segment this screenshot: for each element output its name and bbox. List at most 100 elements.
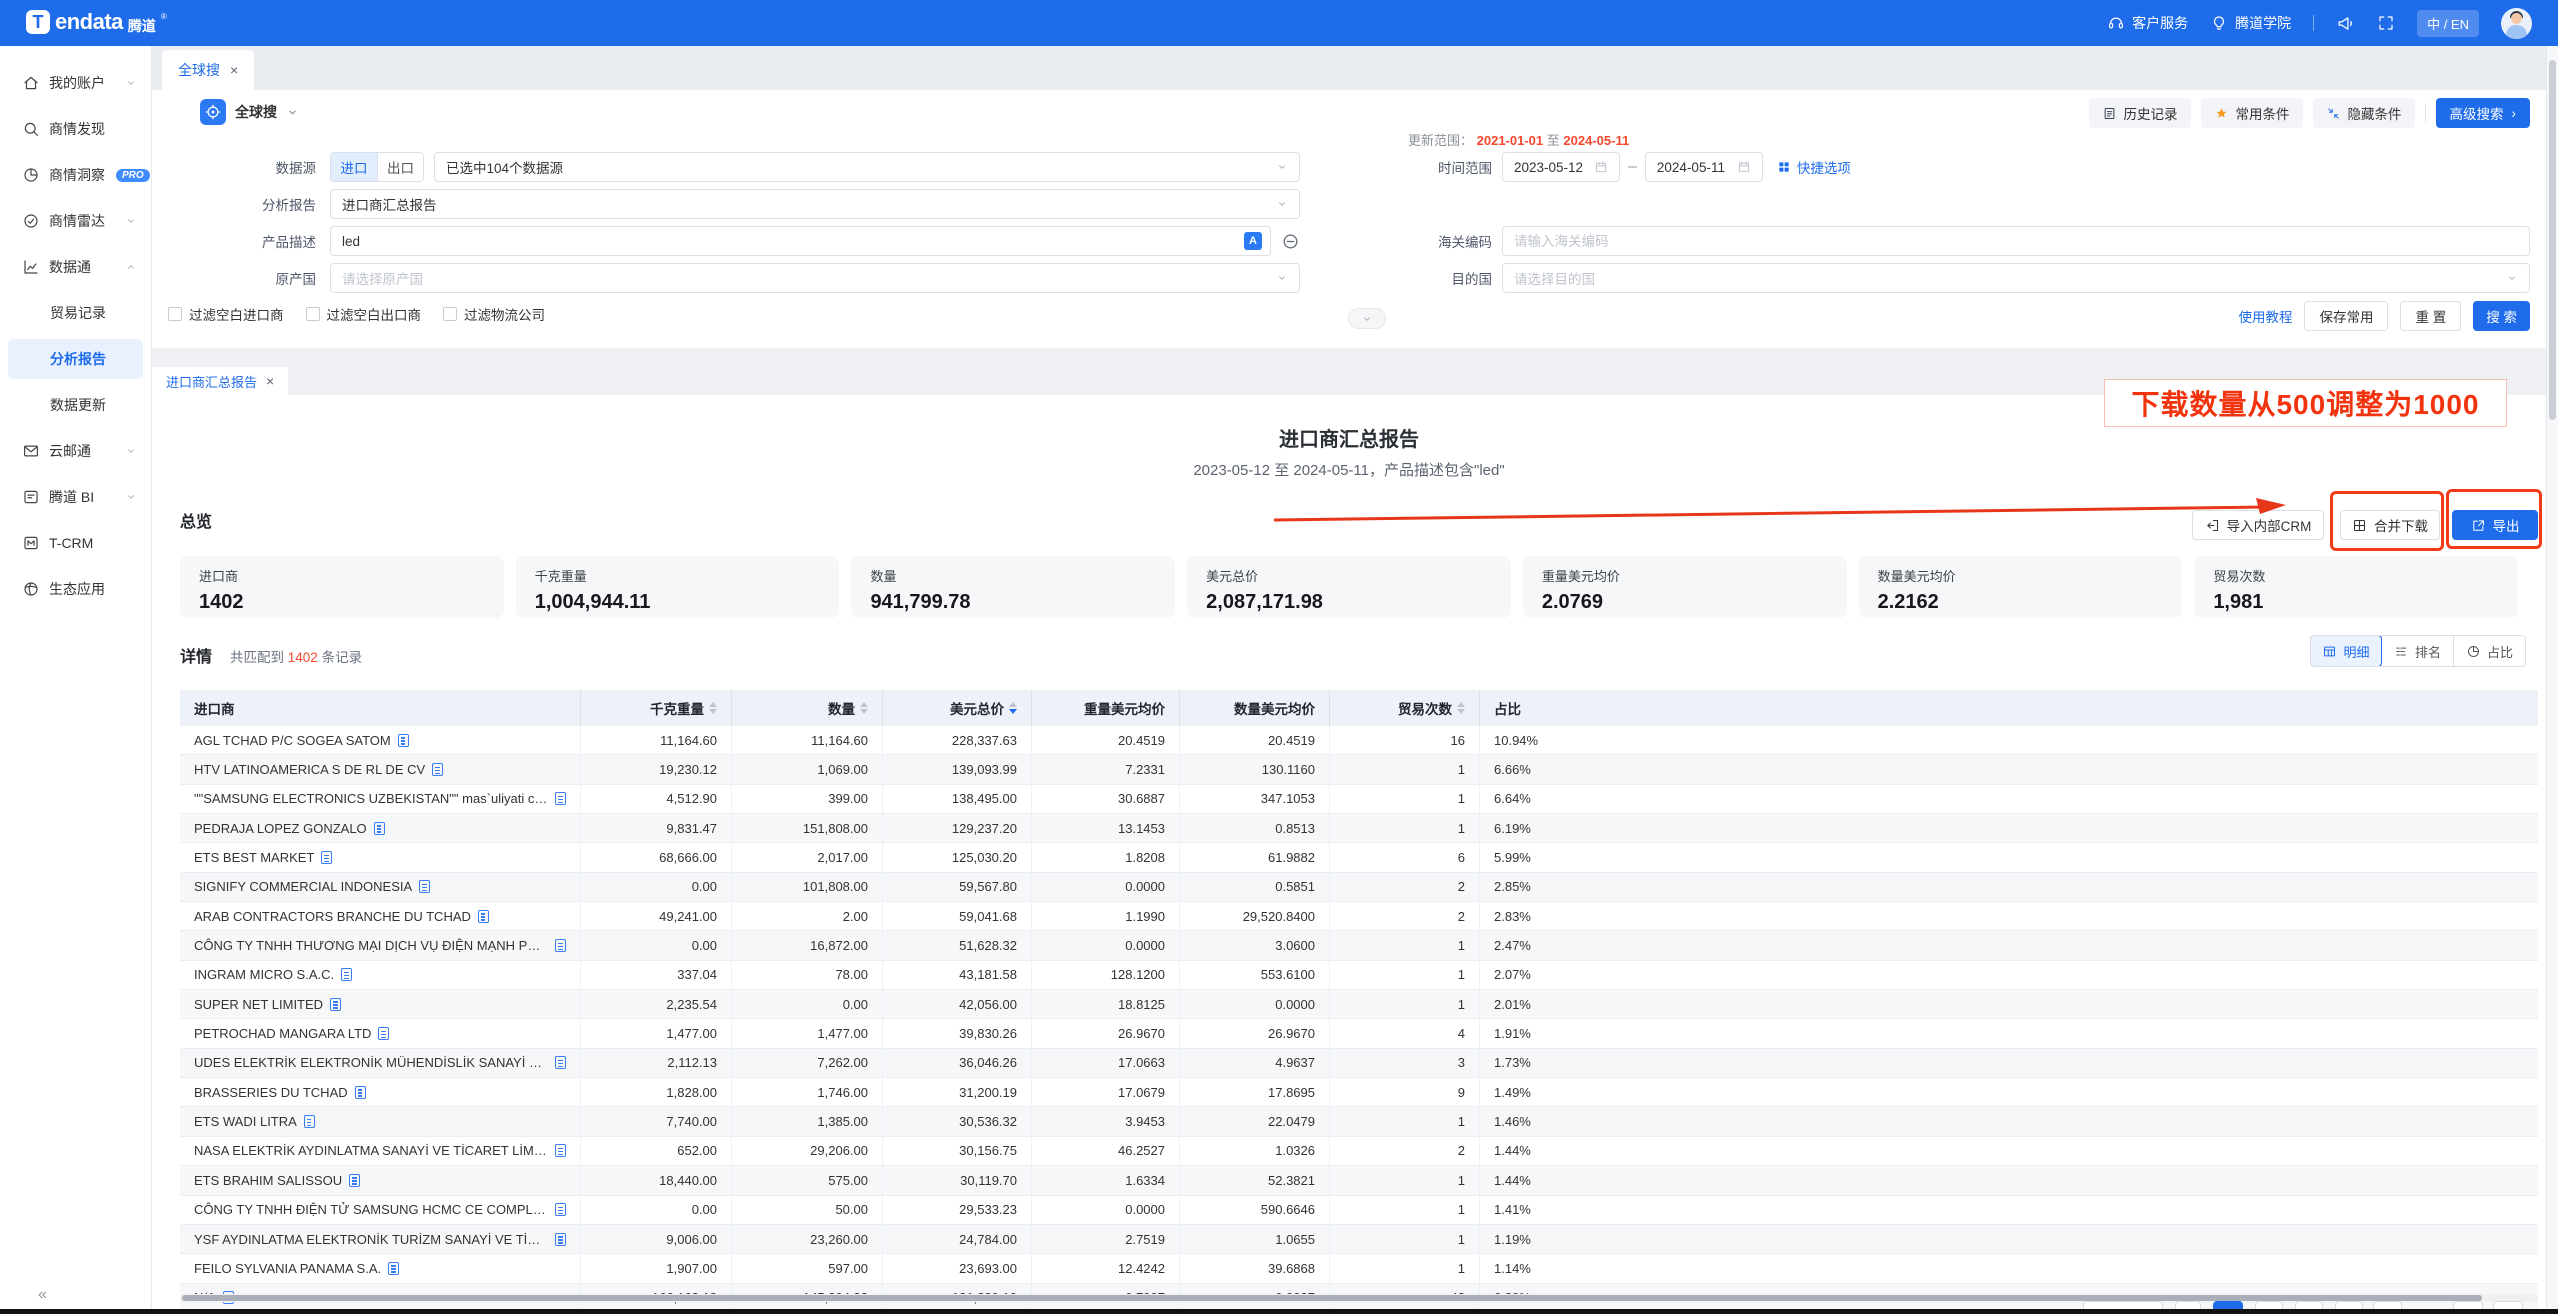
importer-cell[interactable]: ""SAMSUNG ELECTRONICS UZBEKISTAN"" mas`u… (180, 785, 581, 813)
company-profile-icon[interactable] (478, 910, 489, 923)
export-button[interactable]: 导出 (2452, 510, 2538, 540)
sidebar-item-11[interactable]: 生态应用 (0, 566, 151, 612)
sort-icon[interactable] (709, 702, 717, 714)
sidebar-collapse-icon[interactable]: « (38, 1286, 47, 1304)
importer-cell[interactable]: SIGNIFY COMMERCIAL INDONESIA (180, 873, 581, 901)
report-type-select[interactable]: 进口商汇总报告 (330, 189, 1300, 219)
sidebar-item-10[interactable]: T-CRM (0, 520, 151, 566)
column-header[interactable]: 数量 (732, 690, 883, 726)
avatar[interactable] (2501, 8, 2532, 39)
fullscreen-icon[interactable] (2377, 14, 2395, 32)
importer-cell[interactable]: ETS WADI LITRA (180, 1107, 581, 1135)
company-profile-icon[interactable] (341, 968, 352, 981)
company-profile-icon[interactable] (555, 1233, 566, 1246)
date-from-input[interactable]: 2023-05-12 (1502, 152, 1620, 182)
translate-icon[interactable]: A (1244, 232, 1262, 250)
product-desc-input[interactable] (330, 226, 1271, 256)
search-button[interactable]: 搜 索 (2473, 301, 2530, 331)
importer-cell[interactable]: FEILO SYLVANIA PANAMA S.A. (180, 1254, 581, 1282)
megaphone-icon[interactable] (2336, 14, 2355, 33)
importer-cell[interactable]: CÔNG TY TNHH THƯƠNG MẠI DỊCH VỤ ĐIỆN MẠN… (180, 931, 581, 959)
importer-cell[interactable]: AGL TCHAD P/C SOGEA SATOM (180, 726, 581, 754)
column-header[interactable]: 贸易次数 (1330, 690, 1480, 726)
filter-checkbox-2[interactable]: 过滤物流公司 (443, 304, 545, 324)
importer-cell[interactable]: UDES ELEKTRİK ELEKTRONİK MÜHENDİSLİK SAN… (180, 1049, 581, 1077)
merge-download-button[interactable]: 合并下载 (2340, 510, 2440, 540)
importer-cell[interactable]: NASA ELEKTRİK AYDINLATMA SANAYİ VE TİCAR… (180, 1137, 581, 1165)
company-profile-icon[interactable] (304, 1115, 315, 1128)
close-icon[interactable]: × (266, 373, 274, 389)
sidebar-item-4[interactable]: 数据通 (0, 244, 151, 290)
sidebar-item-5[interactable]: 贸易记录 (0, 290, 151, 336)
importer-cell[interactable]: BRASSERIES DU TCHAD (180, 1078, 581, 1106)
column-header[interactable]: 美元总价 (883, 690, 1032, 726)
sidebar-item-0[interactable]: 我的账户 (0, 60, 151, 106)
reset-button[interactable]: 重 置 (2400, 301, 2461, 331)
company-profile-icon[interactable] (355, 1086, 366, 1099)
importer-cell[interactable]: PETROCHAD MANGARA LTD (180, 1019, 581, 1047)
tab-import-report[interactable]: 进口商汇总报告 × (152, 367, 288, 395)
filter-checkbox-1[interactable]: 过滤空白出口商 (306, 304, 422, 324)
export-toggle[interactable]: 出口 (377, 153, 423, 181)
datasource-select[interactable]: 已选中104个数据源 (434, 152, 1300, 182)
company-profile-icon[interactable] (349, 1174, 360, 1187)
tutorial-link[interactable]: 使用教程 (2238, 306, 2292, 326)
view-0-button[interactable]: 明细 (2310, 635, 2382, 667)
company-profile-icon[interactable] (388, 1262, 399, 1275)
sidebar-item-6-active[interactable]: 分析报告 (0, 336, 151, 382)
sidebar-item-7[interactable]: 数据更新 (0, 382, 151, 428)
company-profile-icon[interactable] (555, 1056, 566, 1069)
company-profile-icon[interactable] (398, 734, 409, 747)
close-icon[interactable]: × (230, 62, 238, 78)
sidebar-item-1[interactable]: 商情发现 (0, 106, 151, 152)
importer-cell[interactable]: ETS BRAHIM SALISSOU (180, 1166, 581, 1194)
company-profile-icon[interactable] (419, 880, 430, 893)
sidebar-item-9[interactable]: 腾道 BI (0, 474, 151, 520)
exclude-icon[interactable] (1281, 232, 1300, 251)
panel-collapse-button[interactable] (1348, 308, 1386, 329)
academy-button[interactable]: 腾道学院 (2210, 13, 2291, 33)
search-mode-selector[interactable]: 全球搜 (200, 99, 299, 125)
import-crm-button[interactable]: 导入内部CRM (2192, 510, 2324, 540)
hide-conditions-button[interactable]: 隐藏条件 (2313, 98, 2415, 128)
company-profile-icon[interactable] (432, 763, 443, 776)
view-2-button[interactable]: 占比 (2453, 636, 2525, 666)
importer-cell[interactable]: SUPER NET LIMITED (180, 990, 581, 1018)
quick-options-button[interactable]: 快捷选项 (1777, 157, 1851, 177)
language-toggle[interactable]: 中 / EN (2417, 10, 2479, 37)
advanced-search-button[interactable]: 高级搜索 › (2436, 98, 2531, 128)
column-header[interactable]: 千克重量 (581, 690, 732, 726)
dest-country-select[interactable]: 请选择目的国 (1502, 263, 2530, 293)
view-1-button[interactable]: 排名 (2381, 636, 2453, 666)
tab-global-search[interactable]: 全球搜 × (162, 50, 254, 90)
company-profile-icon[interactable] (555, 1203, 566, 1216)
filter-checkbox-0[interactable]: 过滤空白进口商 (168, 304, 284, 324)
importer-cell[interactable]: INGRAM MICRO S.A.C. (180, 961, 581, 989)
sidebar-item-8[interactable]: 云邮通 (0, 428, 151, 474)
importer-cell[interactable]: YSF AYDINLATMA ELEKTRONİK TURİZM SANAYİ … (180, 1225, 581, 1253)
company-profile-icon[interactable] (555, 939, 566, 952)
company-profile-icon[interactable] (378, 1027, 389, 1040)
vertical-scrollbar[interactable] (2546, 46, 2558, 1314)
favorite-conditions-button[interactable]: 常用条件 (2201, 98, 2303, 128)
importer-cell[interactable]: ARAB CONTRACTORS BRANCHE DU TCHAD (180, 902, 581, 930)
history-button[interactable]: 历史记录 (2089, 98, 2191, 128)
sidebar-item-3[interactable]: 商情雷达 (0, 198, 151, 244)
company-profile-icon[interactable] (374, 822, 385, 835)
sidebar-item-2[interactable]: 商情洞察PRO (0, 152, 151, 198)
import-toggle[interactable]: 进口 (331, 153, 377, 181)
company-profile-icon[interactable] (321, 851, 332, 864)
importer-cell[interactable]: PEDRAJA LOPEZ GONZALO (180, 814, 581, 842)
company-profile-icon[interactable] (555, 792, 566, 805)
sort-icon[interactable] (860, 702, 868, 714)
sort-icon[interactable] (1009, 702, 1017, 714)
date-to-input[interactable]: 2024-05-11 (1645, 152, 1763, 182)
importer-cell[interactable]: CÔNG TY TNHH ĐIỆN TỬ SAMSUNG HCMC CE COM… (180, 1196, 581, 1224)
sort-icon[interactable] (1457, 702, 1465, 714)
origin-country-select[interactable]: 请选择原产国 (330, 263, 1300, 293)
save-conditions-button[interactable]: 保存常用 (2304, 301, 2388, 331)
company-profile-icon[interactable] (555, 1144, 566, 1157)
customer-service-button[interactable]: 客户服务 (2107, 13, 2188, 33)
company-profile-icon[interactable] (330, 998, 341, 1011)
importer-cell[interactable]: HTV LATINOAMERICA S DE RL DE CV (180, 755, 581, 783)
